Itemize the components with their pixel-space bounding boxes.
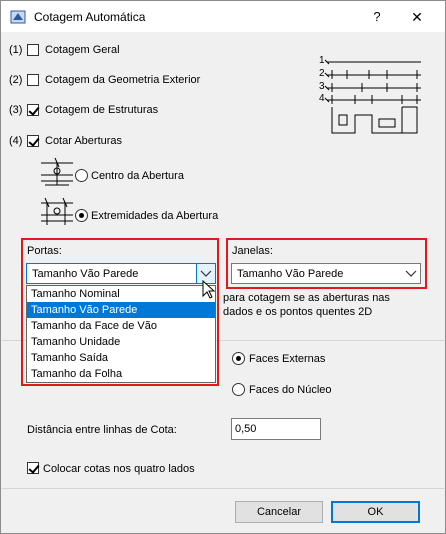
four-sides-label[interactable]: Colocar cotas nos quatro lados <box>43 463 195 475</box>
janelas-label: Janelas: <box>232 245 273 257</box>
app-icon <box>10 10 26 24</box>
distance-label: Distância entre linhas de Cota: <box>27 424 177 436</box>
dimension-levels-diagram: 1 2 3 4 <box>317 55 427 137</box>
janelas-select-value: Tamanho Vão Parede <box>237 268 344 280</box>
chevron-down-icon[interactable] <box>402 264 420 283</box>
distance-input[interactable]: 0,50 <box>231 418 321 440</box>
help-button[interactable]: ? <box>365 6 389 28</box>
option-1-number: (1) <box>9 44 23 56</box>
option-4-checkbox[interactable] <box>27 135 39 147</box>
hint-line-2: dados e os pontos quentes 2D <box>223 306 373 318</box>
option-3-checkbox[interactable] <box>27 104 39 116</box>
opening-center-radio[interactable] <box>75 169 88 182</box>
window-title: Cotagem Automática <box>34 10 146 24</box>
four-sides-checkbox[interactable] <box>27 462 39 474</box>
portas-option[interactable]: Tamanho Nominal <box>27 286 215 302</box>
title-bar[interactable]: Cotagem Automática ? ✕ <box>1 1 445 32</box>
faces-nucleo-label[interactable]: Faces do Núcleo <box>249 384 332 396</box>
opening-center-icon <box>41 157 73 186</box>
faces-externas-radio[interactable] <box>232 352 245 365</box>
portas-option[interactable]: Tamanho da Folha <box>27 366 215 382</box>
hint-line-1: para cotagem se as aberturas nas <box>223 292 390 304</box>
janelas-select[interactable]: Tamanho Vão Parede <box>231 263 421 284</box>
dimension-lines-graphic <box>324 59 421 134</box>
option-4-label[interactable]: Cotar Aberturas <box>45 135 122 147</box>
portas-dropdown-list[interactable]: Tamanho Nominal Tamanho Vão Parede Taman… <box>26 285 216 383</box>
option-1-label[interactable]: Cotagem Geral <box>45 44 120 56</box>
opening-extremities-icon <box>41 197 73 225</box>
mouse-cursor-icon <box>202 280 216 299</box>
option-2-checkbox[interactable] <box>27 74 39 86</box>
ok-button[interactable]: OK <box>331 501 420 523</box>
opening-extremities-label[interactable]: Extremidades da Abertura <box>91 210 218 222</box>
close-button[interactable]: ✕ <box>405 6 429 28</box>
portas-label: Portas: <box>27 245 62 257</box>
portas-option[interactable]: Tamanho da Face de Vão <box>27 318 215 334</box>
option-4-number: (4) <box>9 135 23 147</box>
faces-nucleo-radio[interactable] <box>232 383 245 396</box>
option-1-checkbox[interactable] <box>27 44 39 56</box>
dialog-window: Cotagem Automática ? ✕ (1) Cotagem Geral… <box>0 0 446 534</box>
option-2-number: (2) <box>9 74 23 86</box>
portas-select[interactable]: Tamanho Vão Parede <box>26 263 216 284</box>
portas-option-selected[interactable]: Tamanho Vão Parede <box>27 302 215 318</box>
faces-externas-label[interactable]: Faces Externas <box>249 353 325 365</box>
option-3-label[interactable]: Cotagem de Estruturas <box>45 104 158 116</box>
distance-input-value: 0,50 <box>235 423 257 435</box>
opening-center-label[interactable]: Centro da Abertura <box>91 170 184 182</box>
portas-option[interactable]: Tamanho Unidade <box>27 334 215 350</box>
option-3-number: (3) <box>9 104 23 116</box>
portas-select-value: Tamanho Vão Parede <box>32 268 139 280</box>
cancel-button[interactable]: Cancelar <box>235 501 323 523</box>
option-2-label[interactable]: Cotagem da Geometria Exterior <box>45 74 200 86</box>
portas-option[interactable]: Tamanho Saída <box>27 350 215 366</box>
opening-extremities-radio[interactable] <box>75 209 88 222</box>
footer-separator <box>2 488 444 489</box>
